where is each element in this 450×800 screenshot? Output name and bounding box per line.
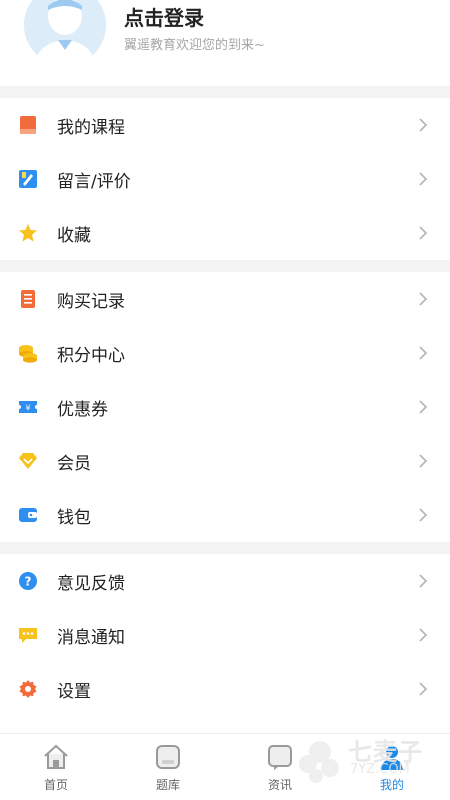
question-bank-icon (156, 745, 180, 769)
chevron-right-icon (419, 628, 428, 642)
profile-header[interactable]: 点击登录 翼遥教育欢迎您的到来~ (0, 0, 450, 86)
tab-label: 首页 (43, 778, 68, 792)
chevron-right-icon (419, 574, 428, 588)
menu-item-label: 购买记录 (57, 292, 125, 312)
chevron-right-icon (419, 682, 428, 696)
watermark-logo-icon (299, 741, 339, 783)
chevron-right-icon (419, 226, 428, 240)
menu-item-label: 会员 (57, 454, 91, 474)
menu-item-wallet[interactable]: 钱包 (0, 488, 450, 542)
default-avatar-icon (24, 0, 106, 66)
comment-edit-icon (19, 170, 37, 188)
wallet-icon (19, 508, 37, 522)
coins-icon (19, 345, 37, 363)
watermark-url: 7YZ.COM (350, 762, 410, 777)
home-icon (44, 744, 68, 769)
tab-label: 题库 (155, 778, 180, 792)
menu-item-label: 我的课程 (57, 118, 125, 138)
section-divider (0, 86, 450, 98)
menu-item-label: 优惠券 (57, 400, 108, 420)
coupon-icon: ¥ (19, 401, 37, 413)
chevron-right-icon (419, 292, 428, 306)
svg-text:¥: ¥ (25, 404, 30, 413)
tab-question-bank[interactable]: 题库 (112, 734, 224, 800)
section-divider (0, 260, 450, 272)
svg-text:?: ? (25, 575, 32, 589)
menu-item-my-courses[interactable]: 我的课程 (0, 98, 450, 152)
chevron-right-icon (419, 400, 428, 414)
section-divider (0, 542, 450, 554)
message-icon (19, 628, 37, 643)
chevron-right-icon (419, 508, 428, 522)
chevron-right-icon (419, 454, 428, 468)
chevron-right-icon (419, 172, 428, 186)
menu-item-label: 钱包 (57, 508, 91, 528)
chevron-right-icon (419, 118, 428, 132)
diamond-icon (19, 453, 37, 469)
menu-item-favorites[interactable]: 收藏 (0, 206, 450, 260)
question-icon: ? (19, 572, 37, 590)
login-title[interactable]: 点击登录 (124, 2, 204, 31)
receipt-icon (21, 290, 35, 308)
menu-item-coupons[interactable]: ¥ 优惠券 (0, 380, 450, 434)
menu-item-label: 积分中心 (57, 346, 125, 366)
menu-item-label: 消息通知 (57, 628, 125, 648)
tab-home[interactable]: 首页 (0, 734, 112, 800)
gear-icon (19, 680, 37, 698)
star-icon (19, 224, 37, 242)
menu-item-settings[interactable]: 设置 (0, 662, 450, 716)
chevron-right-icon (419, 346, 428, 360)
menu-item-notifications[interactable]: 消息通知 (0, 608, 450, 662)
menu-item-label: 留言/评价 (57, 172, 131, 192)
menu-item-membership[interactable]: 会员 (0, 434, 450, 488)
avatar[interactable] (24, 0, 106, 66)
news-icon (268, 745, 292, 770)
menu-item-label: 收藏 (57, 226, 91, 246)
welcome-subtitle: 翼遥教育欢迎您的到来~ (124, 38, 265, 53)
book-icon (20, 116, 36, 134)
menu-item-comments[interactable]: 留言/评价 (0, 152, 450, 206)
menu-item-label: 设置 (57, 682, 91, 702)
menu-item-label: 意见反馈 (57, 574, 125, 594)
menu-item-purchase-records[interactable]: 购买记录 (0, 272, 450, 326)
watermark: 七麦子 7YZ.COM (296, 728, 446, 788)
menu-item-points-center[interactable]: 积分中心 (0, 326, 450, 380)
menu-item-feedback[interactable]: ? 意见反馈 (0, 554, 450, 608)
